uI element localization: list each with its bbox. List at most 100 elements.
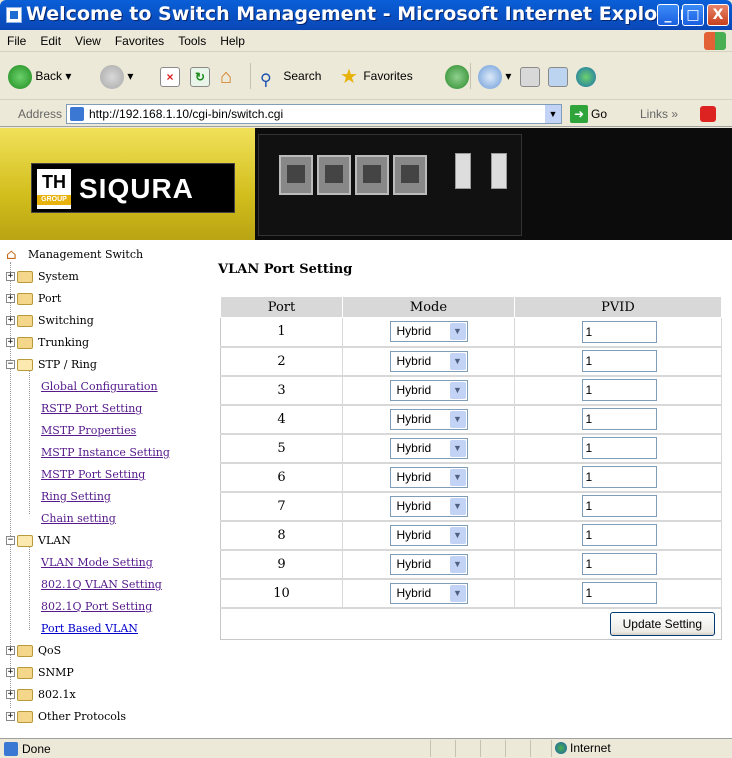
banner-logo-area: TH GROUP SIQURA <box>0 128 255 240</box>
pvid-input[interactable] <box>581 408 657 430</box>
mode-select-value: Hybrid <box>396 353 432 368</box>
favorites-button[interactable]: ★ Favorites <box>340 62 413 90</box>
collapse-icon[interactable]: − <box>6 536 15 545</box>
chevron-down-icon[interactable]: ▼ <box>449 526 466 544</box>
tree-label: STP / Ring <box>38 358 97 371</box>
home-button[interactable]: ⌂ <box>220 62 240 90</box>
history-button[interactable] <box>445 62 469 90</box>
go-button[interactable]: ➜ Go <box>570 105 607 123</box>
menu-view[interactable]: View <box>68 30 108 52</box>
chevron-down-icon[interactable]: ▼ <box>545 105 561 123</box>
logo-th-text: TH <box>42 172 66 192</box>
mode-select[interactable]: Hybrid ▼ <box>389 350 468 372</box>
tree-link[interactable]: Port Based VLAN <box>41 618 138 640</box>
expand-icon[interactable]: + <box>6 294 15 303</box>
pvid-input[interactable] <box>581 320 657 343</box>
window-title: Welcome to Switch Management - Microsoft… <box>26 3 689 25</box>
mode-select-value: Hybrid <box>396 382 432 397</box>
menu-help[interactable]: Help <box>213 30 252 52</box>
tree-link[interactable]: Chain setting <box>41 508 116 530</box>
chevron-down-icon[interactable]: ▼ <box>449 555 466 573</box>
go-icon: ➜ <box>570 105 588 123</box>
mode-select[interactable]: Hybrid ▼ <box>389 321 468 343</box>
tree-link[interactable]: 802.1Q Port Setting <box>41 596 152 618</box>
print-button[interactable] <box>520 62 540 90</box>
chevron-down-icon[interactable]: ▼ <box>449 381 466 399</box>
search-button[interactable]: ⚲ Search <box>260 62 321 90</box>
tree-link[interactable]: 802.1Q VLAN Setting <box>41 574 162 596</box>
expand-icon[interactable]: + <box>6 316 15 325</box>
expand-icon[interactable]: + <box>6 690 15 699</box>
mode-select-value: Hybrid <box>396 469 432 484</box>
pvid-cell <box>514 578 722 609</box>
toolbar-extension-icon[interactable] <box>700 106 716 122</box>
tree-link[interactable]: Global Configuration <box>41 376 158 398</box>
minimize-button[interactable]: _ <box>657 4 679 26</box>
tree-label: Port <box>38 292 62 305</box>
tree-label: SNMP <box>38 666 74 679</box>
windows-logo-icon <box>704 32 726 50</box>
stop-button[interactable]: × <box>160 62 180 90</box>
address-url: http://192.168.1.10/cgi-bin/switch.cgi <box>89 107 284 121</box>
tree-link[interactable]: MSTP Properties <box>41 420 136 442</box>
update-setting-button[interactable]: Update Setting <box>609 611 715 636</box>
chevron-down-icon[interactable]: ▼ <box>449 410 466 428</box>
mode-select[interactable]: Hybrid ▼ <box>389 408 468 430</box>
chevron-down-icon[interactable]: ▼ <box>449 584 466 602</box>
tree-link[interactable]: Ring Setting <box>41 486 111 508</box>
chevron-down-icon[interactable]: ▼ <box>449 323 466 341</box>
mail-button[interactable]: ▾ <box>478 62 511 90</box>
tree-link[interactable]: MSTP Port Setting <box>41 464 145 486</box>
pvid-input[interactable] <box>581 379 657 401</box>
pvid-input[interactable] <box>581 524 657 546</box>
address-field[interactable]: http://192.168.1.10/cgi-bin/switch.cgi ▼ <box>66 104 562 124</box>
refresh-button[interactable]: ↻ <box>190 62 210 90</box>
menu-favorites[interactable]: Favorites <box>108 30 171 52</box>
tree-link[interactable]: MSTP Instance Setting <box>41 442 170 464</box>
forward-icon <box>100 64 124 89</box>
chevron-down-icon[interactable]: ▼ <box>449 497 466 515</box>
status-bar: Done Internet <box>0 738 732 758</box>
mode-select[interactable]: Hybrid ▼ <box>389 582 468 604</box>
column-header-pvid: PVID <box>514 296 722 318</box>
tree-label: VLAN <box>38 534 71 547</box>
mode-cell: Hybrid ▼ <box>342 375 515 406</box>
chevron-down-icon[interactable]: ▼ <box>449 468 466 486</box>
close-button[interactable]: X <box>707 4 729 26</box>
expand-icon[interactable]: + <box>6 272 15 281</box>
menu-file[interactable]: File <box>0 30 33 52</box>
menu-tools[interactable]: Tools <box>171 30 213 52</box>
pvid-input[interactable] <box>581 437 657 459</box>
pvid-input[interactable] <box>581 553 657 575</box>
maximize-button[interactable]: □ <box>682 4 704 26</box>
mode-select[interactable]: Hybrid ▼ <box>389 466 468 488</box>
collapse-icon[interactable]: − <box>6 360 15 369</box>
sfp-port-icon <box>491 153 507 189</box>
expand-icon[interactable]: + <box>6 338 15 347</box>
messenger-button[interactable] <box>576 62 596 90</box>
chevron-down-icon[interactable]: ▼ <box>449 439 466 457</box>
expand-icon[interactable]: + <box>6 646 15 655</box>
links-button[interactable]: Links » <box>640 107 678 121</box>
pvid-input[interactable] <box>581 582 657 604</box>
back-button[interactable]: Back ▾ <box>8 62 71 90</box>
pvid-input[interactable] <box>581 466 657 488</box>
mode-select[interactable]: Hybrid ▼ <box>389 524 468 546</box>
mode-select[interactable]: Hybrid ▼ <box>389 379 468 401</box>
mode-select[interactable]: Hybrid ▼ <box>389 553 468 575</box>
mode-select[interactable]: Hybrid ▼ <box>389 495 468 517</box>
mode-select[interactable]: Hybrid ▼ <box>389 437 468 459</box>
tree-link[interactable]: VLAN Mode Setting <box>41 552 153 574</box>
folder-icon <box>17 667 33 679</box>
menu-edit[interactable]: Edit <box>33 30 68 52</box>
edit-button[interactable] <box>548 62 568 90</box>
chevron-down-icon[interactable]: ▼ <box>449 352 466 370</box>
forward-button[interactable]: ▾ <box>100 62 133 90</box>
expand-icon[interactable]: + <box>6 712 15 721</box>
ie-page-icon <box>6 7 22 23</box>
tree-link[interactable]: RSTP Port Setting <box>41 398 142 420</box>
siqura-logo: TH GROUP SIQURA <box>31 163 235 213</box>
pvid-input[interactable] <box>581 495 657 517</box>
pvid-input[interactable] <box>581 350 657 372</box>
expand-icon[interactable]: + <box>6 668 15 677</box>
